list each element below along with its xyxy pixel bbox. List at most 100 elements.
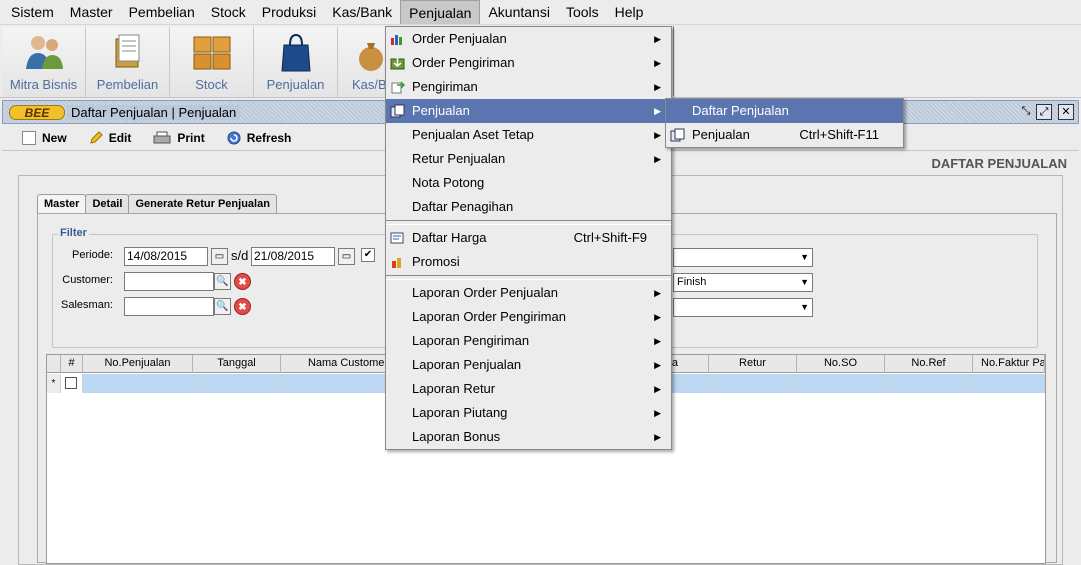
menu-item-label: Laporan Order Pengiriman	[412, 309, 566, 324]
column-header[interactable]: No.Faktur Pa	[973, 355, 1045, 373]
menu-item-laporan-order-pengiriman[interactable]: Laporan Order Pengiriman ▶	[386, 305, 671, 329]
search-icon[interactable]: 🔍	[214, 298, 231, 315]
penjualan-dropdown-menu: Order Penjualan ▶ Order Pengiriman ▶ Pengi…	[385, 26, 672, 450]
toolbar-kas-bank-button[interactable]: Kas/B	[338, 27, 388, 97]
maximize-icon[interactable]: ⤢	[1036, 104, 1052, 120]
submenu-arrow-icon: ▶	[654, 82, 661, 92]
column-header[interactable]: No.SO	[797, 355, 885, 373]
toolbar-penjualan-button[interactable]: Penjualan	[254, 27, 338, 97]
column-header[interactable]: No.Ref	[885, 355, 973, 373]
submenu-arrow-icon: ▶	[654, 34, 661, 44]
menu-item-laporan-retur[interactable]: Laporan Retur ▶	[386, 377, 671, 401]
submenu-item-penjualan[interactable]: Penjualan Ctrl+Shift-F11	[666, 123, 903, 147]
table-cell[interactable]	[797, 374, 885, 393]
submenu-arrow-icon: ▶	[654, 408, 661, 418]
menu-penjualan[interactable]: Penjualan	[400, 0, 481, 24]
chevron-down-icon: ▼	[800, 252, 809, 262]
menu-item-label: Daftar Harga	[412, 230, 487, 245]
status-combo[interactable]: Finish ▼	[673, 273, 813, 292]
tab-generate-retur-penjualan[interactable]: Generate Retur Penjualan	[128, 194, 277, 214]
menu-sistem[interactable]: Sistem	[3, 0, 62, 24]
column-header[interactable]: No.Penjualan	[83, 355, 193, 373]
menu-tools[interactable]: Tools	[558, 0, 607, 24]
refresh-label: Refresh	[246, 130, 292, 145]
periode-checkbox[interactable]: ✔	[361, 248, 375, 262]
menu-item-laporan-piutang[interactable]: Laporan Piutang ▶	[386, 401, 671, 425]
page-heading: DAFTAR PENJUALAN	[931, 156, 1067, 171]
menu-kas-bank[interactable]: Kas/Bank	[324, 0, 400, 24]
edit-button[interactable]: Edit	[89, 131, 131, 145]
menu-item-daftar-harga[interactable]: Daftar Harga Ctrl+Shift-F9	[386, 226, 671, 250]
menu-item-penjualan-aset-tetap[interactable]: Penjualan Aset Tetap ▶	[386, 123, 671, 147]
menu-item-retur-penjualan[interactable]: Retur Penjualan ▶	[386, 147, 671, 171]
menu-item-label: Nota Potong	[412, 175, 485, 190]
tab-master[interactable]: Master	[37, 194, 87, 214]
table-cell[interactable]	[83, 374, 193, 393]
table-cell[interactable]	[885, 374, 973, 393]
table-cell[interactable]	[973, 374, 1045, 393]
column-header[interactable]: #	[61, 355, 83, 373]
menu-item-laporan-pengiriman[interactable]: Laporan Pengiriman ▶	[386, 329, 671, 353]
menu-item-nota-potong[interactable]: Nota Potong	[386, 171, 671, 195]
menu-item-promosi[interactable]: Promosi	[386, 250, 671, 274]
toolbar-pembelian-button[interactable]: Pembelian	[86, 27, 170, 97]
menu-item-order-pengiriman[interactable]: Order Pengiriman ▶	[386, 51, 671, 75]
filter-combo-3[interactable]: ▼	[673, 298, 813, 317]
toolbar-stock-button[interactable]: Stock	[170, 27, 254, 97]
search-icon[interactable]: 🔍	[214, 273, 231, 290]
toolbar-label: Stock	[195, 77, 228, 92]
submenu-item-daftar-penjualan[interactable]: Daftar Penjualan	[666, 99, 903, 123]
clear-icon[interactable]: ✖	[234, 273, 251, 290]
minimize-icon[interactable]: ⤡	[1018, 104, 1034, 120]
chart-icon	[391, 35, 402, 45]
menu-produksi[interactable]: Produksi	[254, 0, 324, 24]
menu-pembelian[interactable]: Pembelian	[121, 0, 203, 24]
menu-shortcut: Ctrl+Shift-F9	[573, 230, 647, 245]
row-checkbox[interactable]	[61, 374, 83, 393]
menu-item-daftar-penagihan[interactable]: Daftar Penagihan	[386, 195, 671, 219]
periode-to-input[interactable]: 21/08/2015	[251, 247, 335, 266]
print-label: Print	[177, 130, 205, 145]
menu-help[interactable]: Help	[607, 0, 652, 24]
periode-from-input[interactable]: 14/08/2015	[124, 247, 208, 266]
menu-item-label: Retur Penjualan	[412, 151, 506, 166]
tab-detail[interactable]: Detail	[85, 194, 130, 214]
table-cell[interactable]	[709, 374, 797, 393]
menu-stock[interactable]: Stock	[203, 0, 254, 24]
submenu-arrow-icon: ▶	[654, 130, 661, 140]
clear-icon[interactable]: ✖	[234, 298, 251, 315]
menu-item-order-penjualan[interactable]: Order Penjualan ▶	[386, 27, 671, 51]
menu-item-laporan-penjualan[interactable]: Laporan Penjualan ▶	[386, 353, 671, 377]
submenu-arrow-icon: ▶	[654, 360, 661, 370]
menu-shortcut: Ctrl+Shift-F11	[799, 127, 879, 142]
periode-label: Periode:	[72, 249, 113, 261]
menu-item-laporan-order-penjualan[interactable]: Laporan Order Penjualan ▶	[386, 281, 671, 305]
menu-item-label: Laporan Penjualan	[412, 357, 522, 372]
menu-item-pengiriman[interactable]: Pengiriman ▶	[386, 75, 671, 99]
new-label: New	[42, 130, 67, 145]
column-header[interactable]: Tanggal	[193, 355, 281, 373]
menu-item-penjualan[interactable]: Penjualan ▶	[386, 99, 671, 123]
menu-master[interactable]: Master	[62, 0, 121, 24]
toolbar-mitra-bisnis-button[interactable]: Mitra Bisnis	[2, 27, 86, 97]
menu-item-laporan-bonus[interactable]: Laporan Bonus ▶	[386, 425, 671, 449]
new-document-icon	[22, 130, 36, 145]
book-icon	[115, 34, 139, 68]
filter-combo-1[interactable]: ▼	[673, 248, 813, 267]
menu-item-label: Laporan Order Penjualan	[412, 285, 558, 300]
menu-item-label: Order Pengiriman	[412, 55, 515, 70]
print-button[interactable]: Print	[153, 130, 205, 145]
column-header[interactable]: Retur	[709, 355, 797, 373]
calendar-icon[interactable]: ▭	[211, 248, 228, 265]
documents-icon	[670, 128, 685, 142]
documents-icon	[390, 104, 405, 118]
close-icon[interactable]: ✕	[1058, 104, 1074, 120]
table-cell[interactable]	[193, 374, 281, 393]
menu-akuntansi[interactable]: Akuntansi	[480, 0, 557, 24]
calendar-icon[interactable]: ▭	[338, 248, 355, 265]
customer-input[interactable]	[124, 272, 214, 291]
refresh-button[interactable]: Refresh	[227, 130, 292, 145]
menu-item-label: Laporan Bonus	[412, 429, 501, 444]
new-button[interactable]: New	[22, 130, 67, 145]
salesman-input[interactable]	[124, 297, 214, 316]
